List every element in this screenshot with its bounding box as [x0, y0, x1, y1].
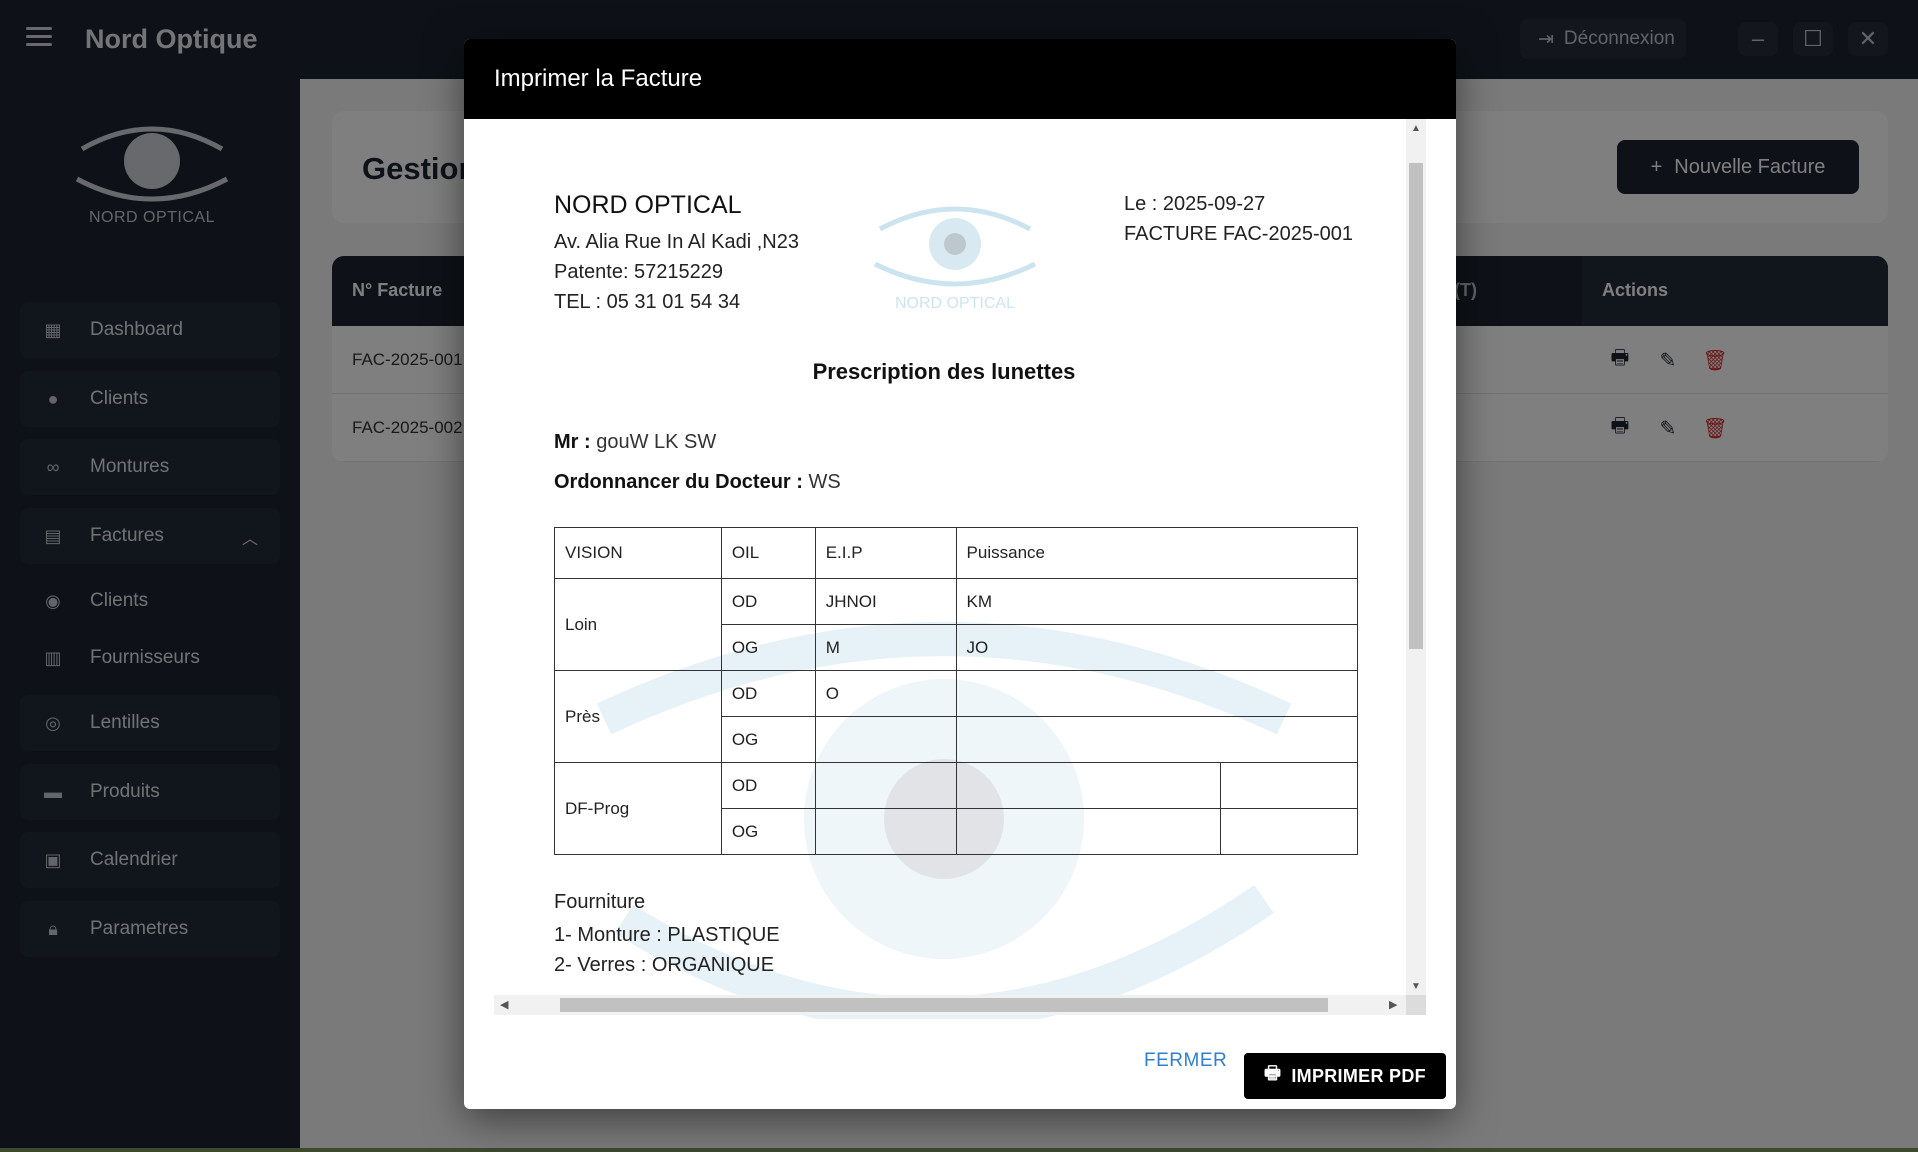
- rx-label-dfprog: DF-Prog: [554, 762, 722, 855]
- rx-eye: OG: [720, 624, 816, 671]
- company-tel: TEL : 05 31 01 54 34: [554, 291, 741, 313]
- print-pdf-button[interactable]: 🖶︎ IMPRIMER PDF: [1244, 1053, 1446, 1099]
- company-patente: Patente: 57215229: [554, 261, 724, 283]
- rx-puissance: [955, 762, 1222, 809]
- invoice-number-line: FACTURE FAC-2025-001: [1124, 223, 1353, 245]
- fourniture-monture: 1- Monture : PLASTIQUE: [554, 924, 780, 946]
- invoice-document: NORD OPTICAL Av. Alia Rue In Al Kadi ,N2…: [494, 119, 1394, 1019]
- rx-eip: JHNOI: [814, 578, 957, 625]
- rx-puissance: [955, 670, 1359, 717]
- dialog-title: Imprimer la Facture: [464, 39, 1456, 119]
- rx-header-vision: VISION: [554, 527, 722, 579]
- rx-eye: OD: [720, 578, 816, 625]
- rx-label-loin: Loin: [554, 578, 722, 671]
- eye-logo-small-icon: [873, 206, 1037, 287]
- rx-row: Loin OD JHNOI KM: [554, 578, 1359, 671]
- patient-name: gouW LK SW: [596, 431, 717, 453]
- header-logo-text: NORD OPTICAL: [894, 295, 1015, 312]
- scrollbar-corner: [1406, 995, 1426, 1015]
- scroll-down-icon[interactable]: ▼: [1411, 981, 1421, 992]
- rx-puissance: [955, 716, 1359, 763]
- rx-header-puissance: Puissance: [955, 527, 1359, 579]
- vertical-scrollbar[interactable]: ▲ ▼: [1406, 119, 1426, 995]
- horizontal-scroll-thumb[interactable]: [560, 998, 1328, 1012]
- patient-label: Mr :: [554, 431, 591, 453]
- invoice-date: Le : 2025-09-27: [1124, 193, 1266, 215]
- print-pdf-label: IMPRIMER PDF: [1291, 1065, 1426, 1086]
- invoice-preview[interactable]: NORD OPTICAL Av. Alia Rue In Al Kadi ,N2…: [494, 119, 1426, 1019]
- horizontal-scrollbar[interactable]: ◀ ▶: [494, 995, 1406, 1015]
- rx-eye: OD: [720, 762, 816, 809]
- fourniture-verres: 2- Verres : ORGANIQUE: [554, 954, 775, 976]
- rx-header-eip: E.I.P: [814, 527, 957, 579]
- app-window: Nord Optique ⇥ Déconnexion – ☐ ✕ NORD OP…: [0, 0, 1918, 1152]
- prescription-table: VISION OIL E.I.P Puissance Loin OD JHNOI…: [554, 527, 1359, 855]
- rx-header-oil: OIL: [720, 527, 816, 579]
- rx-eye: OG: [720, 716, 816, 763]
- print-invoice-dialog: Imprimer la Facture NORD OPTICAL Av. Ali…: [464, 39, 1456, 1109]
- rx-eip: [814, 808, 957, 855]
- rx-extra: [1220, 808, 1358, 855]
- rx-puissance: KM: [955, 578, 1359, 625]
- scroll-left-icon[interactable]: ◀: [500, 998, 508, 1011]
- rx-row: Près OD O: [554, 670, 1359, 763]
- company-address: Av. Alia Rue In Al Kadi ,N23: [554, 231, 799, 253]
- rx-eip: O: [814, 670, 957, 717]
- rx-eip: [814, 762, 957, 809]
- scroll-up-icon[interactable]: ▲: [1411, 123, 1421, 134]
- prescription-heading: Prescription des lunettes: [812, 359, 1076, 384]
- rx-extra: [1220, 762, 1358, 809]
- fourniture-title: Fourniture: [554, 891, 646, 913]
- rx-row: DF-Prog OD: [554, 762, 1358, 855]
- printer-icon: 🖶︎: [1264, 1063, 1282, 1083]
- rx-header-row: VISION OIL E.I.P Puissance: [554, 527, 1359, 579]
- doctor-name: WS: [808, 471, 841, 493]
- company-name: NORD OPTICAL: [554, 191, 742, 219]
- rx-label-pres: Près: [554, 670, 722, 763]
- rx-eip: M: [814, 624, 957, 671]
- rx-eip: [814, 716, 957, 763]
- rx-eye: OG: [720, 808, 816, 855]
- rx-eye: OD: [720, 670, 816, 717]
- doctor-line: Ordonnancer du Docteur : WS: [554, 471, 841, 494]
- doctor-label: Ordonnancer du Docteur :: [554, 471, 803, 493]
- header-logo: NORD OPTICAL: [870, 199, 1040, 319]
- rx-puissance: [955, 808, 1222, 855]
- rx-puissance: JO: [955, 624, 1359, 671]
- vertical-scroll-thumb[interactable]: [1409, 163, 1423, 649]
- taskbar-strip: [0, 1148, 1918, 1152]
- patient-line: Mr : gouW LK SW: [554, 431, 716, 454]
- scroll-right-icon[interactable]: ▶: [1389, 998, 1397, 1011]
- close-button[interactable]: FERMER: [1144, 1050, 1227, 1072]
